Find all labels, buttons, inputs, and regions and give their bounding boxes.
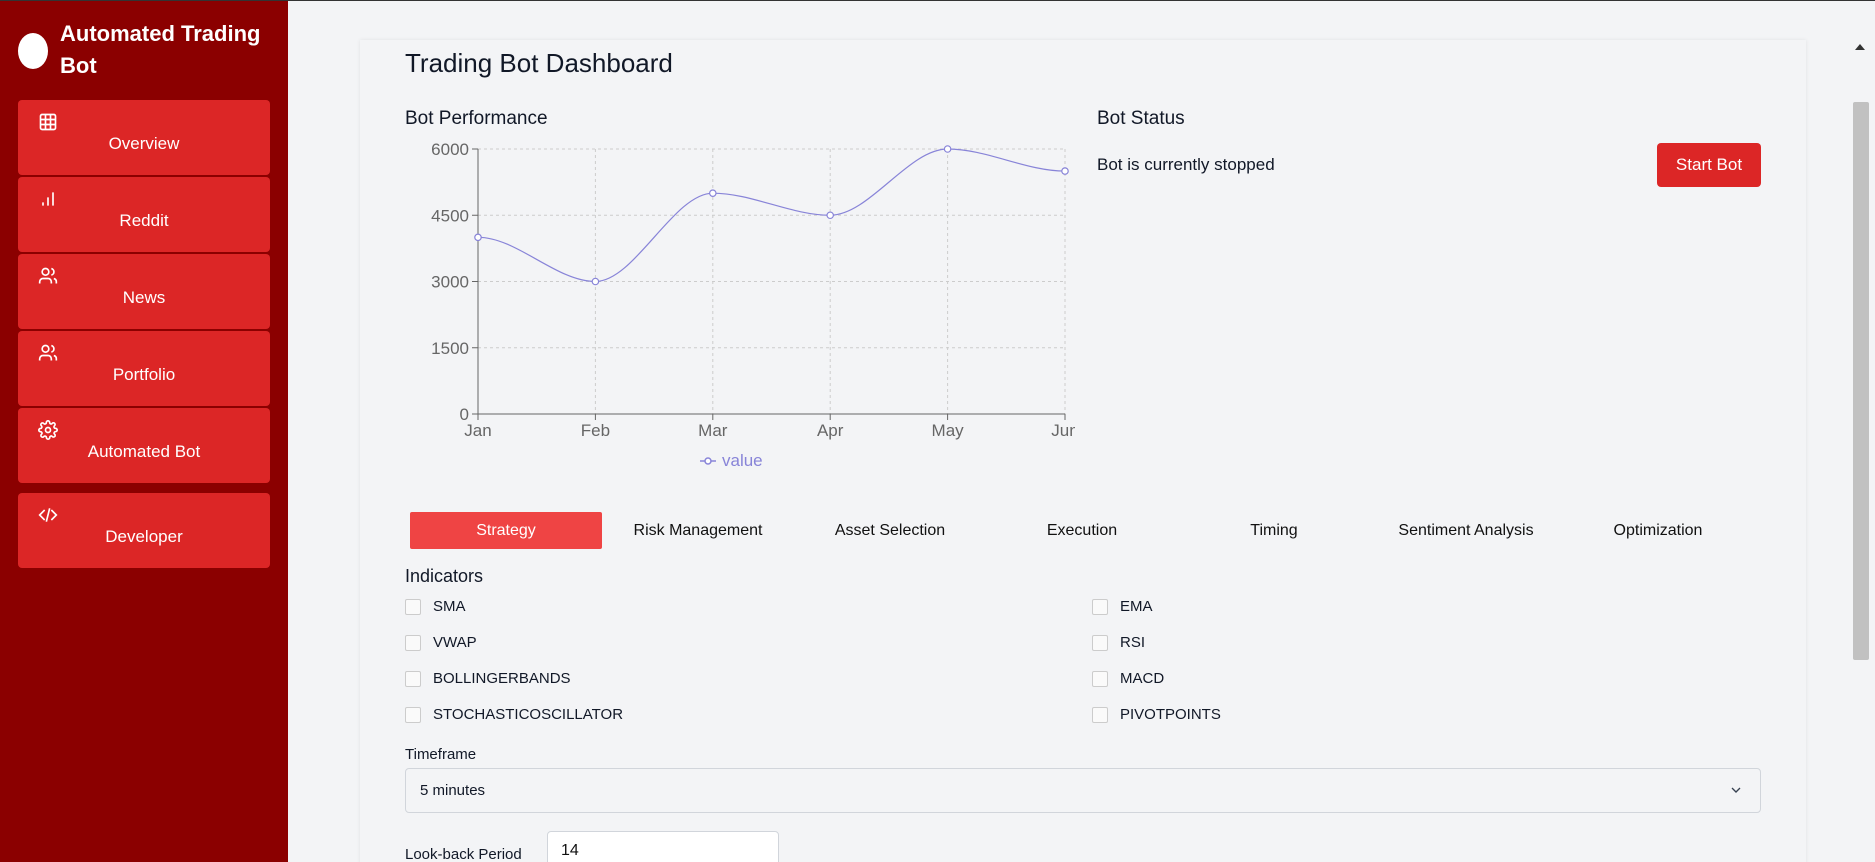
indicator-label: MACD [1120,670,1165,687]
tab-strategy[interactable]: Strategy [410,512,602,549]
chart-legend: value [700,451,763,471]
sidebar-item-label: Developer [105,527,183,546]
checkbox[interactable] [405,706,421,723]
indicator-label: PIVOTPOINTS [1120,706,1221,723]
sidebar-item-label: Portfolio [112,365,176,384]
data-point [708,189,717,197]
grid-icon [39,113,57,131]
users-icon [38,267,58,284]
sidebar-item-developer[interactable]: Developer [18,493,270,568]
checkbox[interactable] [1092,706,1108,723]
indicator-pivotpoints[interactable]: PIVOTPOINTS [1092,706,1221,723]
start-bot-button[interactable]: Start Bot [1657,143,1761,187]
data-point [1061,167,1069,175]
sidebar-item-overview[interactable]: Overview [18,100,270,175]
page-title: Trading Bot Dashboard [405,48,673,78]
data-point [474,233,482,242]
legend-label: value [722,451,763,470]
tab-execution[interactable]: Execution [986,512,1178,549]
sidebar-item-label: News [122,288,166,307]
checkbox[interactable] [1092,598,1108,615]
scrollbar[interactable] [1845,0,1875,862]
indicator-ema[interactable]: EMA [1092,598,1153,615]
checkbox[interactable] [405,670,421,687]
y-tick-label: 3000 [431,273,469,292]
tab-timing[interactable]: Timing [1178,512,1370,549]
bot-status-text: Bot is currently stopped [1097,155,1275,174]
indicator-label: STOCHASTICOSCILLATOR [433,706,624,723]
gear-icon [38,420,58,440]
performance-title: Bot Performance [405,108,548,129]
lookback-label: Look-back Period [405,846,522,862]
performance-chart: 01500300045006000Jan Feb Mar Apr May Jun [431,140,1075,440]
tab-sentiment-analysis[interactable]: Sentiment Analysis [1370,512,1562,549]
sidebar-item-news[interactable]: News [18,254,270,329]
indicator-macd[interactable]: MACD [1092,670,1164,687]
indicator-rsi[interactable]: RSI [1092,634,1145,651]
y-tick-label: 4500 [431,206,469,225]
sidebar-item-label: Automated Bot [87,442,201,461]
lookback-input[interactable] [547,831,779,862]
checkbox[interactable] [1092,670,1108,687]
x-tick-label: Feb [581,421,610,440]
checkbox[interactable] [1092,634,1108,651]
indicator-label: RSI [1120,634,1146,651]
status-title: Bot Status [1097,108,1185,129]
data-point [826,211,835,220]
sidebar-item-reddit[interactable]: Reddit [18,177,270,252]
indicator-label: BOLLINGERBANDS [433,670,571,687]
sidebar-item-portfolio[interactable]: Portfolio [18,331,270,406]
indicator-label: SMA [433,598,466,615]
timeframe-select[interactable]: 5 minutes [405,768,1761,813]
brand: Automated Trading Bot [18,18,270,82]
tab-risk-management[interactable]: Risk Management [602,512,794,549]
indicator-label: EMA [1120,598,1153,615]
x-tick-label: Jun [1051,421,1075,440]
indicator-vwap[interactable]: VWAP [405,634,477,651]
scroll-up-arrow[interactable] [1855,44,1865,50]
y-tick-label: 1500 [431,339,469,358]
chevron-down-icon [1731,787,1741,793]
scrollbar-thumb[interactable] [1853,102,1869,660]
sidebar-item-label: Overview [108,134,180,153]
timeframe-label: Timeframe [405,746,477,763]
users-icon [38,344,58,361]
tab-optimization[interactable]: Optimization [1562,512,1754,549]
sidebar-item-automated-bot[interactable]: Automated Bot [18,408,270,483]
app-title: Automated Trading Bot [60,21,261,78]
indicator-label: VWAP [433,634,477,651]
indicator-sma[interactable]: SMA [405,598,466,615]
code-icon [38,508,58,522]
y-tick-label: 6000 [431,140,469,159]
tab-asset-selection[interactable]: Asset Selection [794,512,986,549]
data-point [591,277,600,286]
bar-chart-icon [42,192,54,206]
checkbox[interactable] [405,598,421,615]
x-tick-label: Apr [817,421,844,440]
window-top-border [0,0,1875,1]
indicator-bollingerbands[interactable]: BOLLINGERBANDS [405,670,571,687]
legend-line-icon [700,457,716,465]
checkbox[interactable] [405,634,421,651]
x-tick-label: Mar [698,421,728,440]
brand-logo [18,33,48,69]
timeframe-value: 5 minutes [420,782,486,799]
data-point [943,145,952,153]
indicator-stochasticoscillator[interactable]: STOCHASTICOSCILLATOR [405,706,623,723]
sidebar-item-label: Reddit [119,211,169,230]
settings-tabs: Strategy Risk Management Asset Selection… [410,512,1754,549]
x-tick-label: May [932,421,965,440]
sidebar: Automated Trading Bot Overview Reddit Ne… [0,0,288,862]
x-tick-label: Jan [464,421,491,440]
indicators-title: Indicators [405,566,484,586]
